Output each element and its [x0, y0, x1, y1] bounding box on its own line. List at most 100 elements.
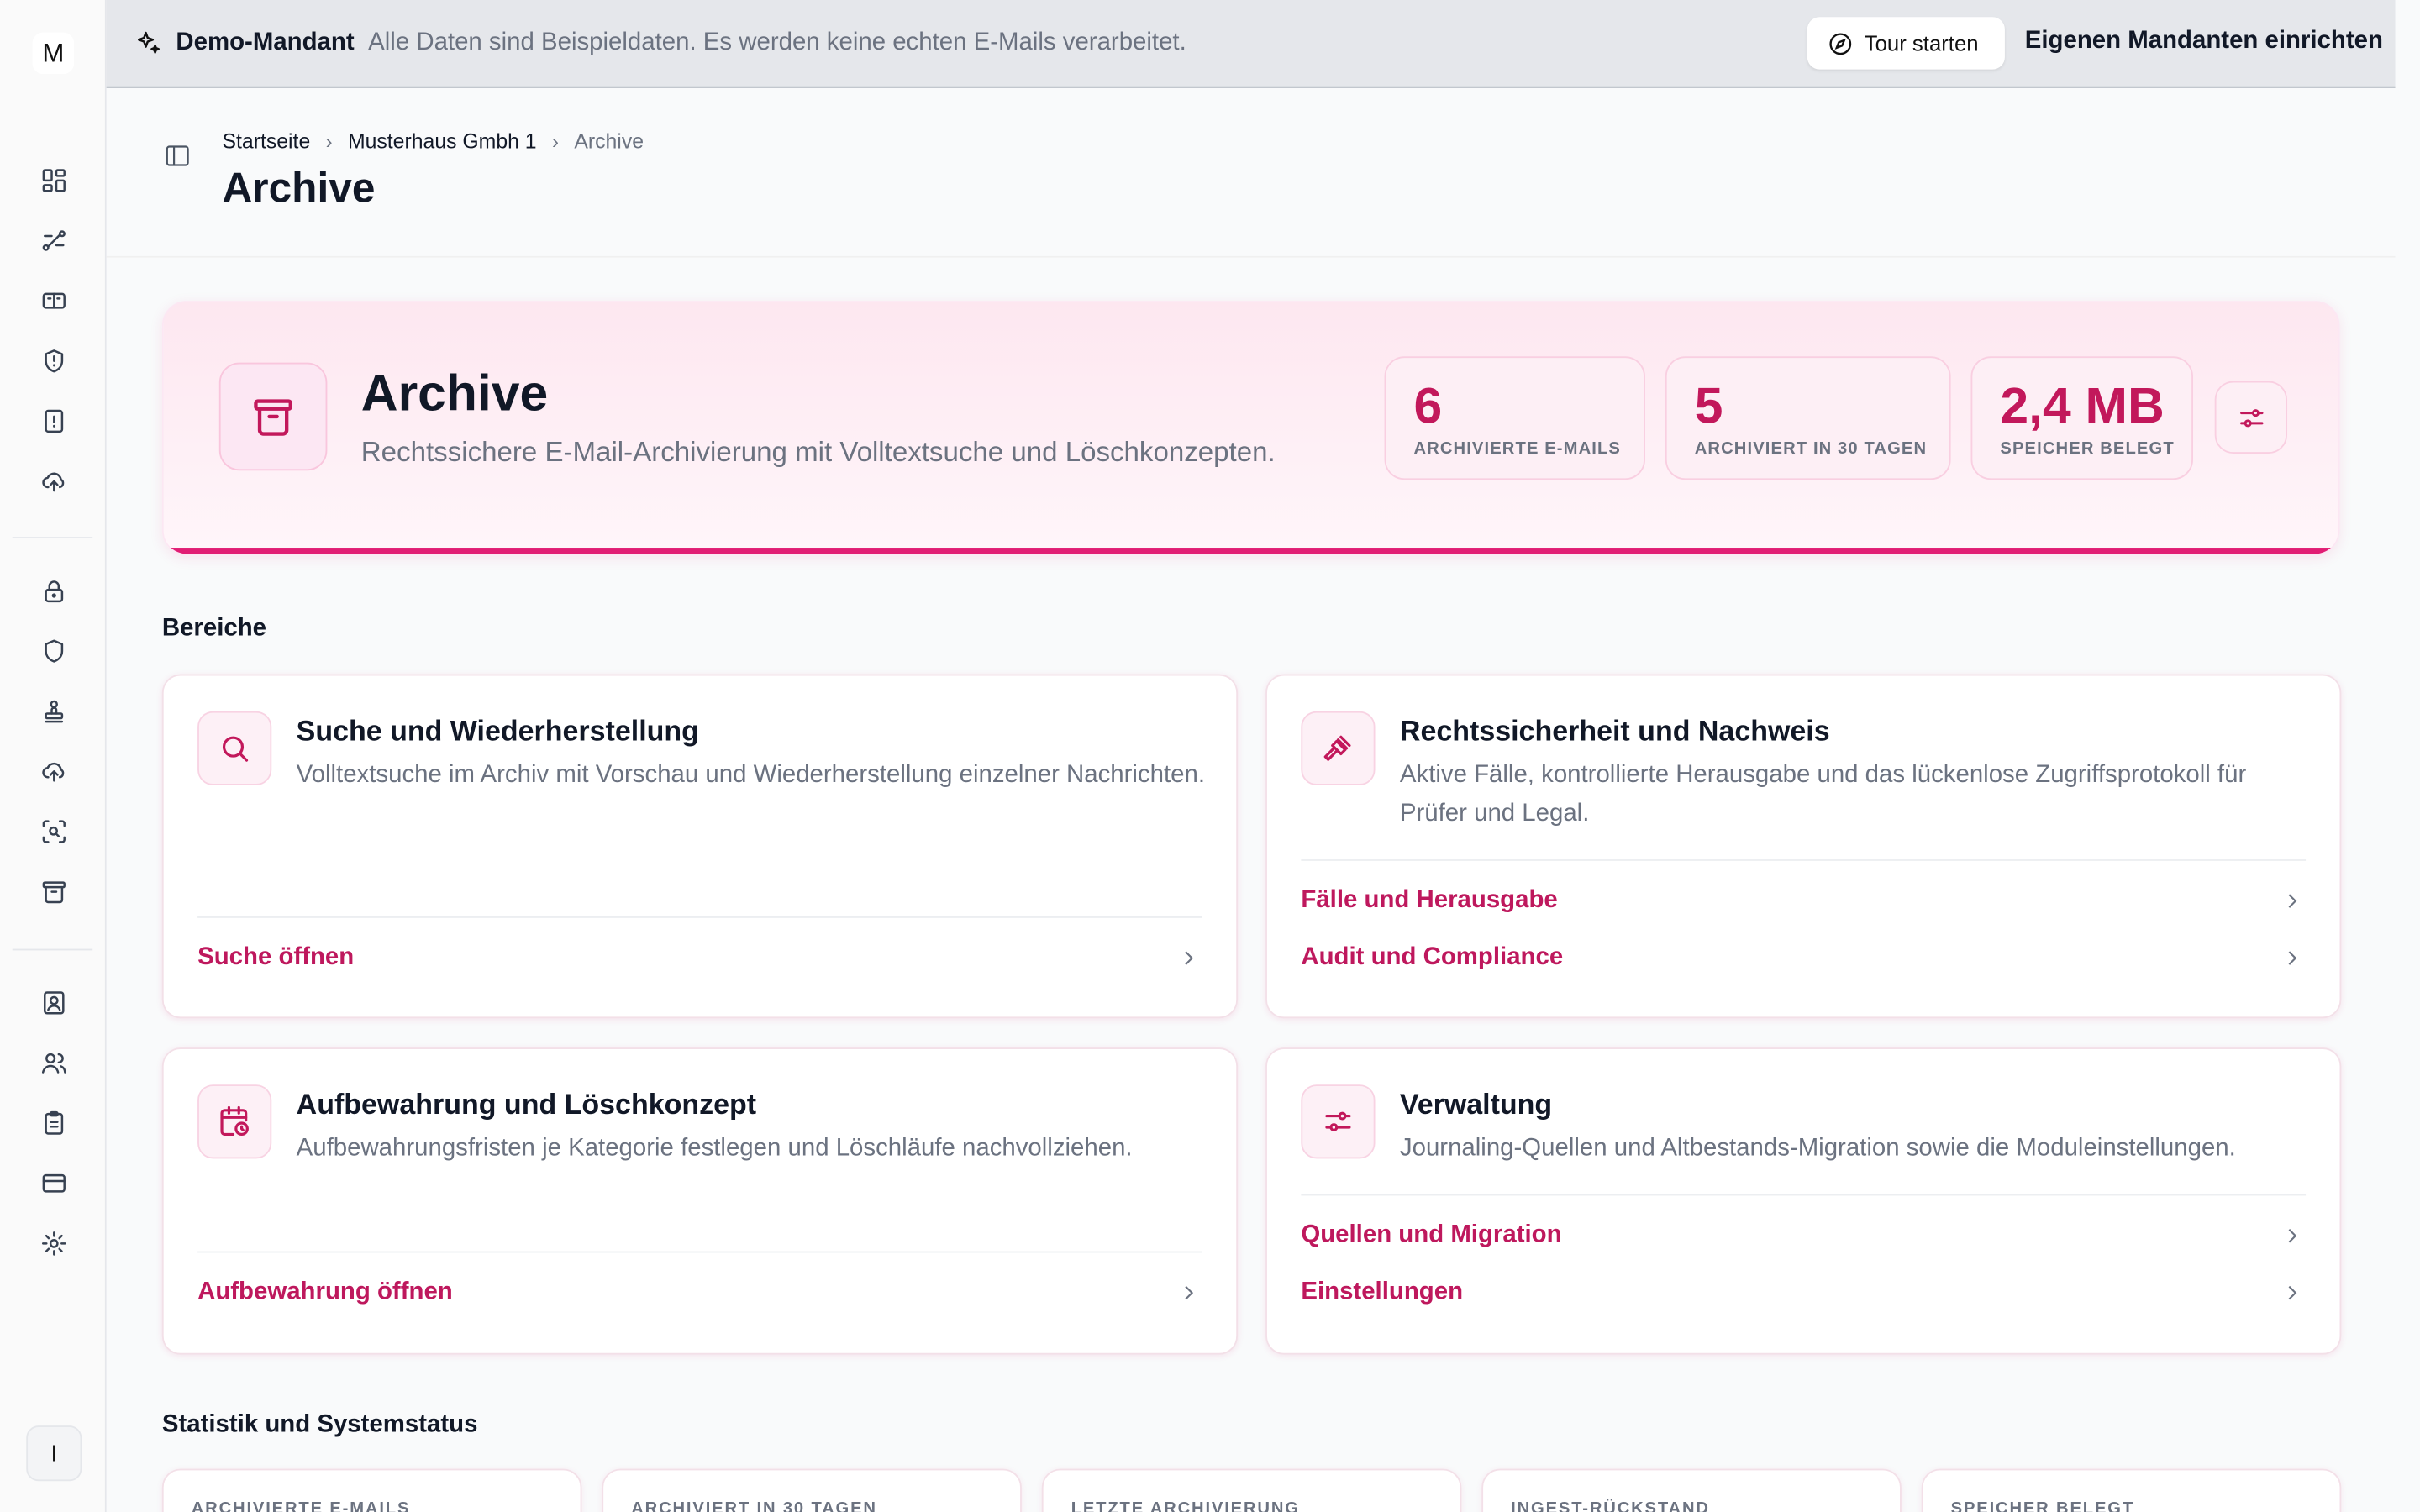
area-card-legal: Rechtssicherheit und Nachweis Aktive Fäl…: [1265, 674, 2342, 1019]
stat-value: 2,4 MB: [2000, 376, 2165, 434]
file-alert-icon[interactable]: [35, 402, 72, 439]
link-label: Aufbewahrung öffnen: [197, 1278, 453, 1305]
stat-card-last-archiving: LETZTE ARCHIVIERUNG: [1041, 1468, 1462, 1512]
settings-link[interactable]: Einstellungen: [1301, 1274, 2306, 1311]
sliders-icon: [1301, 1084, 1376, 1159]
credit-card-icon[interactable]: [35, 1165, 72, 1202]
scrollbar-gutter: [2395, 0, 2420, 1512]
clipboard-list-icon[interactable]: [35, 1105, 72, 1142]
user-avatar[interactable]: I: [26, 1425, 82, 1482]
sources-migration-link[interactable]: Quellen und Migration: [1301, 1217, 2306, 1254]
statistics-heading: Statistik und Systemstatus: [161, 1411, 478, 1438]
sidebar-divider: [12, 537, 93, 539]
card-title: Suche und Wiederherstellung: [296, 714, 699, 747]
stat-archived-emails: 6 ARCHIVIERTE E-MAILS: [1384, 356, 1645, 480]
demo-banner: Demo-Mandant Alle Daten sind Beispieldat…: [106, 0, 2396, 88]
module-settings-button[interactable]: [2214, 381, 2288, 454]
chevron-right-icon: [2288, 1285, 2297, 1300]
chevron-right-icon: [1185, 951, 1194, 965]
hero-title: Archive: [360, 364, 549, 422]
gear-icon[interactable]: [35, 1225, 72, 1262]
setup-tenant-link[interactable]: Eigenen Mandanten einrichten: [2025, 28, 2383, 55]
card-divider: [197, 1251, 1202, 1253]
card-title: Verwaltung: [1399, 1087, 1553, 1121]
card-description: Volltextsuche im Archiv mit Vorschau und…: [296, 762, 1205, 789]
stat-card-label: ARCHIVIERTE E-MAILS: [191, 1499, 411, 1512]
start-tour-button[interactable]: Tour starten: [1807, 17, 2005, 70]
banner-title: Demo-Mandant: [176, 29, 355, 56]
card-divider: [1301, 859, 2307, 861]
dashboard-icon[interactable]: [35, 162, 72, 199]
stat-label: ARCHIVIERTE E-MAILS: [1413, 439, 1622, 459]
area-card-retention: Aufbewahrung und Löschkonzept Aufbewahru…: [161, 1047, 1239, 1355]
stat-card-archived-30-days: ARCHIVIERT IN 30 TAGEN: [602, 1468, 1022, 1512]
start-tour-label: Tour starten: [1864, 30, 1979, 56]
area-card-administration: Verwaltung Journaling-Quellen und Altbes…: [1265, 1047, 2342, 1355]
user-initial: I: [50, 1440, 58, 1467]
stat-card-label: INGEST-RÜCKSTAND: [1511, 1499, 1710, 1512]
card-title: Rechtssicherheit und Nachweis: [1399, 714, 1830, 747]
stat-card-label: SPEICHER BELEGT: [1950, 1499, 2135, 1512]
workflow-icon[interactable]: [35, 222, 72, 259]
archive-icon[interactable]: [35, 874, 72, 911]
stat-card-label: ARCHIVIERT IN 30 TAGEN: [631, 1499, 877, 1512]
link-label: Einstellungen: [1301, 1278, 1464, 1305]
sidebar-divider: [12, 948, 93, 951]
banner-text: Alle Daten sind Beispieldaten. Es werden…: [368, 29, 1186, 56]
cloud-upload-icon[interactable]: [35, 463, 72, 500]
contact-icon[interactable]: [35, 984, 72, 1021]
sidebar: M I: [0, 0, 107, 1512]
ticket-icon[interactable]: [35, 282, 72, 319]
card-description: Aktive Fälle, kontrollierte Herausgabe u…: [1399, 762, 2247, 827]
logo-letter: M: [42, 37, 65, 67]
stat-storage-used: 2,4 MB SPEICHER BELEGT: [1970, 356, 2193, 480]
calendar-clock-icon: [197, 1084, 272, 1159]
shield-alert-icon[interactable]: [35, 343, 72, 380]
shield-icon[interactable]: [35, 633, 72, 669]
card-title: Aufbewahrung und Löschkonzept: [296, 1087, 757, 1121]
sliders-icon: [2239, 408, 2263, 427]
cases-and-release-link[interactable]: Fälle und Herausgabe: [1301, 883, 2306, 920]
link-label: Suche öffnen: [197, 944, 355, 971]
stat-card-storage-used: SPEICHER BELEGT: [1921, 1468, 2342, 1512]
scan-search-icon[interactable]: [35, 813, 72, 850]
link-label: Audit und Compliance: [1301, 944, 1564, 971]
audit-compliance-link[interactable]: Audit und Compliance: [1301, 940, 2306, 977]
compass-icon: [1829, 32, 1852, 55]
users-icon[interactable]: [35, 1044, 72, 1081]
breadcrumb-current: Archive: [574, 129, 644, 153]
stat-card-ingest-backlog: INGEST-RÜCKSTAND: [1481, 1468, 1902, 1512]
archive-icon: [218, 362, 328, 471]
chevron-right-icon: ›: [325, 129, 333, 153]
cloud-upload-icon[interactable]: [35, 753, 72, 790]
panel-left-icon[interactable]: [164, 142, 192, 170]
hero-subtitle: Rechtssichere E-Mail-Archivierung mit Vo…: [360, 436, 1276, 468]
main-content: Archive Rechtssichere E-Mail-Archivierun…: [106, 257, 2396, 1512]
stamp-icon[interactable]: [35, 693, 72, 730]
module-hero-card: Archive Rechtssichere E-Mail-Archivierun…: [161, 301, 2340, 556]
breadcrumb: Startseite › Musterhaus Gmbh 1 › Archive: [222, 129, 644, 153]
workspace-logo[interactable]: M: [32, 32, 75, 75]
breadcrumb-home[interactable]: Startseite: [222, 129, 310, 153]
stat-archived-30-days: 5 ARCHIVIERT IN 30 TAGEN: [1665, 356, 1951, 480]
chevron-right-icon: [2288, 951, 2297, 965]
page-header: Startseite › Musterhaus Gmbh 1 › Archive…: [106, 87, 2396, 258]
area-card-search: Suche und Wiederherstellung Volltextsuch…: [161, 674, 1239, 1019]
app-root: M I Demo-Mandant Alle Daten sind Beispie…: [0, 0, 2420, 1512]
chevron-right-icon: ›: [551, 129, 559, 153]
stat-card-archived-emails: ARCHIVIERTE E-MAILS: [161, 1468, 582, 1512]
stat-value: 6: [1413, 376, 1443, 434]
open-search-link[interactable]: Suche öffnen: [197, 940, 1202, 977]
areas-heading: Bereiche: [161, 615, 267, 643]
lock-icon[interactable]: [35, 572, 72, 609]
search-icon: [197, 711, 272, 785]
stat-card-label: LETZTE ARCHIVIERUNG: [1071, 1499, 1300, 1512]
breadcrumb-tenant[interactable]: Musterhaus Gmbh 1: [348, 129, 537, 153]
chevron-right-icon: [2288, 1228, 2297, 1243]
link-label: Quellen und Migration: [1301, 1221, 1562, 1248]
stat-label: SPEICHER BELEGT: [2000, 439, 2175, 459]
card-divider: [1301, 1194, 2307, 1196]
page-title: Archive: [222, 165, 376, 212]
stat-label: ARCHIVIERT IN 30 TAGEN: [1694, 439, 1928, 459]
open-retention-link[interactable]: Aufbewahrung öffnen: [197, 1274, 1202, 1311]
